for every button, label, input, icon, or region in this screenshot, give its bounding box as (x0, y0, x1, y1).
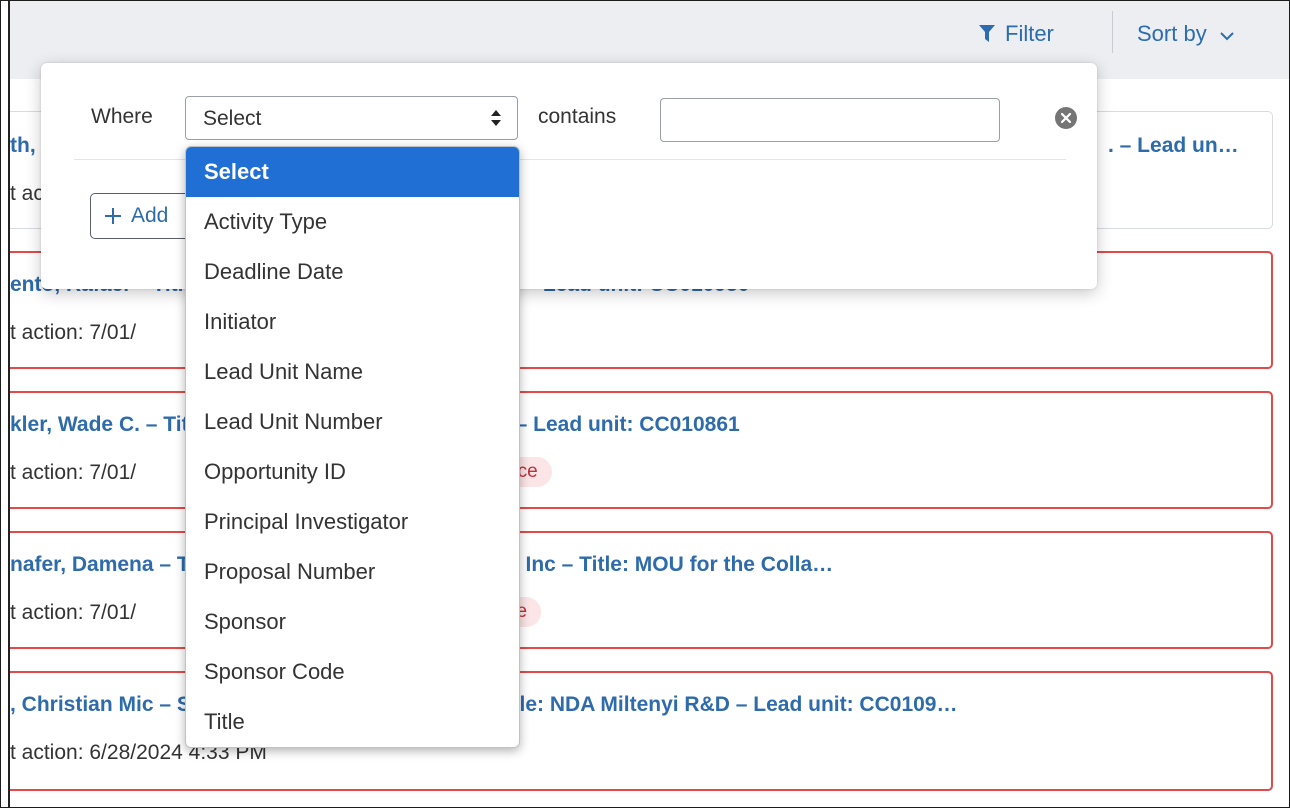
field-dropdown-list: Select Activity Type Deadline Date Initi… (185, 146, 520, 748)
toolbar-divider (1112, 11, 1113, 53)
row-title-continued: . – Lead un… (1108, 134, 1239, 157)
filter-field-select[interactable]: Select (185, 96, 518, 140)
select-value: Select (203, 107, 262, 130)
row-meta: t action: 7/01/ (10, 461, 137, 484)
clear-filter-icon[interactable] (1055, 107, 1077, 129)
where-label: Where (91, 105, 153, 128)
dropdown-option-initiator[interactable]: Initiator (186, 297, 519, 347)
dropdown-option-lead-unit-number[interactable]: Lead Unit Number (186, 397, 519, 447)
dropdown-option-sponsor[interactable]: Sponsor (186, 597, 519, 647)
dropdown-option-title[interactable]: Title (186, 697, 519, 747)
dropdown-option-activity-type[interactable]: Activity Type (186, 197, 519, 247)
row-title[interactable]: th, (10, 134, 36, 158)
dropdown-option-select[interactable]: Select (186, 147, 519, 197)
sort-by-button[interactable]: Sort by (1137, 17, 1235, 51)
row-meta: t action: 7/01/ (10, 321, 137, 344)
dropdown-option-lead-unit-name[interactable]: Lead Unit Name (186, 347, 519, 397)
dropdown-option-deadline-date[interactable]: Deadline Date (186, 247, 519, 297)
row-meta: t action: 7/01/ (10, 601, 137, 624)
dropdown-option-sponsor-code[interactable]: Sponsor Code (186, 647, 519, 697)
dropdown-option-proposal-number[interactable]: Proposal Number (186, 547, 519, 597)
dropdown-option-principal-investigator[interactable]: Principal Investigator (186, 497, 519, 547)
sort-by-label: Sort by (1137, 21, 1207, 46)
chevron-down-icon (1219, 31, 1234, 40)
left-edge-border (1, 1, 10, 807)
add-filter-label: Add (131, 204, 169, 227)
select-arrows-icon (491, 110, 501, 126)
filter-icon (979, 25, 995, 42)
page-frame: Filter Sort by th, . – Lead un… t ac ent… (0, 0, 1290, 808)
row-meta: t ac (10, 182, 44, 205)
dropdown-option-opportunity-id[interactable]: Opportunity ID (186, 447, 519, 497)
contains-label: contains (538, 105, 617, 128)
plus-icon (105, 208, 121, 224)
filter-value-input[interactable] (660, 98, 1000, 142)
filter-button[interactable]: Filter (979, 17, 1054, 51)
filter-button-label: Filter (1005, 21, 1054, 46)
